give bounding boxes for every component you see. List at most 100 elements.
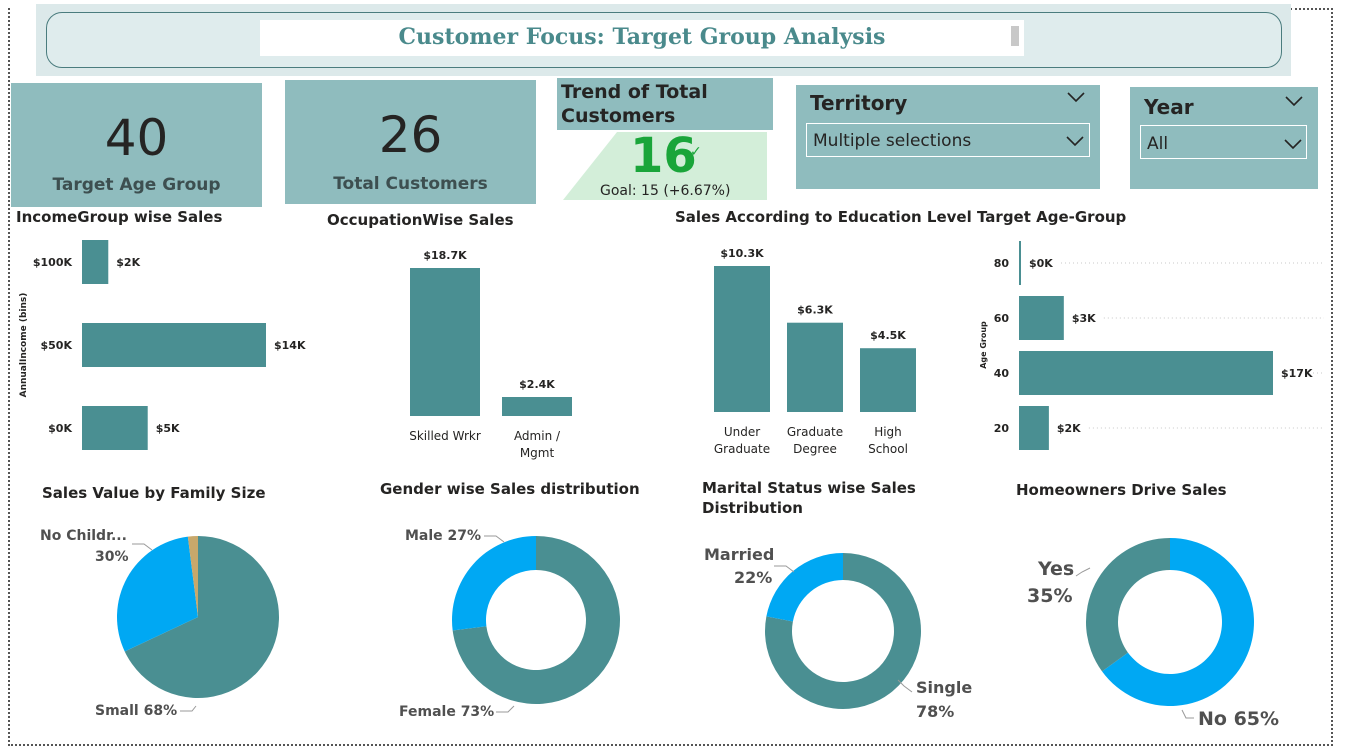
data-label: $2K <box>1057 422 1081 435</box>
axis-tick-label: 60 <box>994 312 1010 325</box>
marital-chart-title-line1: Marital Status wise Sales <box>702 479 916 497</box>
leader-line <box>1181 709 1194 719</box>
year-dropdown[interactable]: All <box>1140 125 1307 159</box>
axis-tick-label: $100K <box>33 256 73 269</box>
axis-tick-label: $50K <box>41 339 73 352</box>
data-label: $4.5K <box>870 329 906 342</box>
axis-tick-label: School <box>868 442 908 456</box>
page-title: Customer Focus: Target Group Analysis <box>398 24 886 50</box>
bar <box>714 266 770 412</box>
occupation-bar-chart[interactable]: $18.7K Skilled Wrkr $2.4K Admin / Mgmt <box>380 235 600 465</box>
trend-card-title: Trend of Total Customers <box>561 81 708 127</box>
data-label: $17K <box>1281 367 1313 380</box>
kpi-card-target-age[interactable]: 40 Target Age Group <box>11 83 262 207</box>
data-label: $5K <box>156 422 180 435</box>
axis-tick-label: Skilled Wrkr <box>409 429 481 443</box>
gender-donut-chart[interactable]: Male 27% Female 73% <box>380 510 680 736</box>
kpi-label: Total Customers <box>333 174 488 194</box>
axis-tick-label: $0K <box>48 422 72 435</box>
bar <box>1019 296 1064 340</box>
bar <box>410 268 480 416</box>
territory-slicer: Territory Multiple selections <box>796 85 1100 189</box>
age-chart-title: Target Age-Group <box>977 208 1127 226</box>
kpi-value: 26 <box>378 106 443 164</box>
pie-label: 22% <box>734 568 772 587</box>
bar <box>82 240 109 284</box>
data-label: $18.7K <box>423 249 467 262</box>
pie-label: Married <box>704 545 774 564</box>
chevron-down-icon <box>1283 136 1303 155</box>
kpi-card-total-customers[interactable]: 26 Total Customers <box>285 80 536 204</box>
income-chart-title: IncomeGroup wise Sales <box>16 208 223 226</box>
pie-label: 30% <box>95 549 129 565</box>
axis-tick-label: High <box>874 425 902 439</box>
pie-label: Male 27% <box>405 528 481 544</box>
axis-tick-label: 20 <box>994 422 1010 435</box>
territory-dropdown[interactable]: Multiple selections <box>806 123 1090 157</box>
checkmark-icon: ✓ <box>690 144 702 160</box>
data-label: $14K <box>274 339 306 352</box>
dropdown-value: All <box>1147 134 1169 154</box>
chevron-down-icon <box>1065 133 1085 152</box>
bar <box>82 406 148 450</box>
pie-slice <box>1086 538 1170 672</box>
header-scrollbar[interactable] <box>1011 26 1019 46</box>
leader-line <box>484 535 505 543</box>
slicer-title: Territory <box>810 91 908 115</box>
kpi-label: Target Age Group <box>52 175 221 195</box>
homeowner-donut-chart[interactable]: Yes 35% No 65% <box>1010 520 1320 740</box>
education-chart-title: Sales According to Education Level <box>675 208 972 226</box>
bar <box>1019 351 1273 395</box>
kpi-value: 40 <box>104 109 169 167</box>
axis-tick-label: Graduate <box>787 425 843 439</box>
pie-label: No 65% <box>1198 708 1279 730</box>
data-label: $2.4K <box>519 378 555 391</box>
data-label: $6.3K <box>797 304 833 317</box>
pie-label: Single <box>916 678 972 697</box>
axis-tick-label: Degree <box>793 442 837 456</box>
canvas-border-right <box>1331 8 1333 746</box>
leader-line <box>496 705 515 713</box>
data-label: $2K <box>116 256 140 269</box>
slicer-title: Year <box>1144 95 1194 119</box>
axis-tick-label: 40 <box>994 367 1010 380</box>
occupation-chart-title: OccupationWise Sales <box>327 211 514 229</box>
income-bar-chart[interactable]: $100K $2K $50K $14K $0K $5K AnnualIncome (bins… <box>10 230 310 460</box>
chevron-down-icon[interactable] <box>1284 93 1304 112</box>
family-chart-title: Sales Value by Family Size <box>42 484 266 502</box>
marital-donut-chart[interactable]: Married 22% Single 78% <box>690 530 1000 740</box>
axis-tick-label: Under <box>724 425 760 439</box>
year-slicer: Year All <box>1130 87 1318 189</box>
canvas-border-bottom <box>8 744 1333 746</box>
axis-tick-label: Mgmt <box>520 446 555 460</box>
data-label: $10.3K <box>720 247 764 260</box>
family-pie-chart[interactable]: No Childr... 30% Small 68% <box>20 510 320 736</box>
homeowner-chart-title: Homeowners Drive Sales <box>1016 481 1227 499</box>
pie-label: Small 68% <box>95 703 177 719</box>
axis-tick-label: Graduate <box>714 442 770 456</box>
axis-tick-label: 80 <box>994 257 1010 270</box>
axis-title: AnnualIncome (bins) <box>19 293 29 398</box>
axis-title: Age Group <box>979 321 988 369</box>
pie-slice <box>766 553 843 622</box>
chevron-down-icon[interactable] <box>1066 89 1086 108</box>
pie-slice <box>452 536 536 631</box>
canvas-border-top <box>1290 8 1333 10</box>
education-bar-chart[interactable]: $10.3K Under Graduate $6.3K Graduate Degree $4… <box>700 235 940 465</box>
leader-line <box>132 543 153 551</box>
bar <box>1019 241 1021 285</box>
trend-card-value: 16 <box>630 128 697 184</box>
trend-card-goal: Goal: 15 (+6.67%) <box>600 183 731 199</box>
axis-tick-label: Admin / <box>514 429 561 443</box>
leader-line <box>180 705 197 712</box>
bar <box>860 348 916 412</box>
dropdown-value: Multiple selections <box>813 131 972 151</box>
leader-line <box>774 565 795 573</box>
pie-label: 78% <box>916 702 954 721</box>
bar <box>502 397 572 416</box>
gender-chart-title: Gender wise Sales distribution <box>380 480 640 498</box>
leader-line <box>897 679 913 693</box>
marital-chart-title-line2: Distribution <box>702 499 803 517</box>
leader-line <box>1075 567 1091 577</box>
age-bar-chart[interactable]: 80 $0K 60 $3K 40 $17K 20 $2K Age Group <box>970 232 1330 458</box>
